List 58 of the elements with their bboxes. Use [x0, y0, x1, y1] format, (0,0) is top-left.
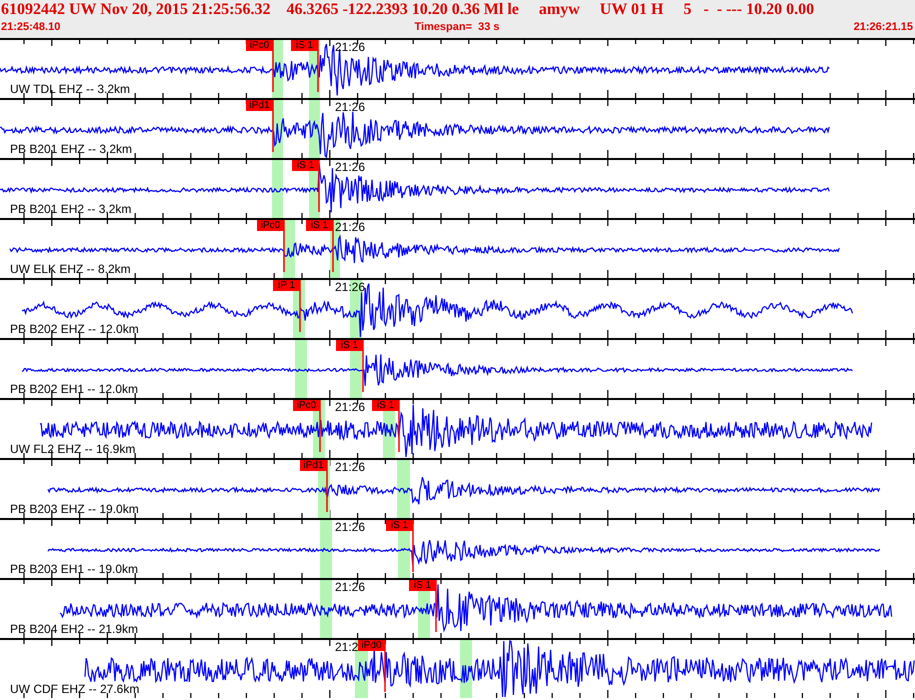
pick-line [299, 280, 301, 332]
station-label: PB B203 EHZ -- 19.0km [10, 503, 139, 516]
station-label: UW TDL EHZ -- 3.2km [10, 83, 130, 96]
station-label: PB B201 EHZ -- 3.2km [10, 143, 132, 156]
pick-line [332, 220, 334, 272]
phase-pick-flag[interactable]: iS 1 [306, 220, 333, 231]
time-mark: 21:26 [335, 101, 366, 114]
station-label: UW CDF EHZ -- 27.6km [10, 683, 140, 696]
arrival-window [320, 580, 332, 638]
start-time: 21:25:48.10 [1, 20, 60, 34]
station-label: UW FL2 EHZ -- 16.9km [10, 443, 136, 456]
phase-pick-flag[interactable]: iS 1 [409, 580, 436, 591]
time-mark: 21:26 [335, 281, 366, 294]
phase-pick-flag[interactable]: iPd0 [358, 640, 385, 651]
station-label: PB B204 EH2 -- 21.9km [10, 623, 138, 636]
station-label: PB B203 EH1 -- 19.0km [10, 563, 138, 576]
phase-pick-flag[interactable]: iS 1 [292, 160, 319, 171]
pick-line [398, 400, 400, 452]
station-label: PB B202 EH1 -- 12.0km [10, 383, 138, 396]
time-mark: 21:26 [335, 221, 366, 234]
pick-line [317, 40, 319, 92]
time-mark: 21:2 [335, 641, 358, 654]
pick-line [272, 100, 274, 152]
phase-pick-flag[interactable]: iP 1 [273, 280, 300, 291]
pick-line [272, 40, 274, 92]
event-summary: 61092442 UW Nov 20, 2015 21:25:56.32 46.3265 -122.2393 10.20 0.36 Ml le amyw UW 01 H 5 - - --- 10.20 0.00 [1, 0, 814, 20]
pick-line [318, 160, 320, 212]
station-label: UW ELK EHZ -- 8.2km [10, 263, 131, 276]
phase-pick-flag[interactable]: iS 1 [386, 520, 413, 531]
pick-line [326, 460, 328, 512]
time-mark: 21:26 [335, 401, 366, 414]
time-mark: 21:26 [335, 41, 366, 54]
arrival-window [397, 460, 410, 518]
phase-pick-flag[interactable]: iS 1 [372, 400, 399, 411]
timespan: Timespan= 33 s [414, 20, 500, 34]
phase-pick-flag[interactable]: iPc0 [293, 400, 320, 411]
pick-line [412, 520, 414, 572]
pick-line [435, 580, 437, 632]
pick-line [283, 220, 285, 272]
phase-pick-flag[interactable]: iPd1 [300, 460, 327, 471]
time-mark: 21:26 [335, 161, 366, 174]
end-time: 21:26:21.15 [854, 20, 913, 34]
station-label: PB B201 EH2 -- 3.2km [10, 203, 132, 216]
phase-pick-flag[interactable]: iS 1 [336, 340, 363, 351]
phase-pick-flag[interactable]: iS 1 [291, 40, 318, 51]
time-mark: 21:26 [335, 461, 366, 474]
time-mark: 21:26 [335, 581, 366, 594]
pick-line [319, 400, 321, 452]
phase-pick-flag[interactable]: iPd1 [246, 100, 273, 111]
pick-line [362, 340, 364, 392]
arrival-window [320, 520, 332, 578]
phase-pick-flag[interactable]: iPc0 [257, 220, 284, 231]
time-mark: 21:26 [335, 521, 366, 534]
pick-line [384, 640, 386, 692]
arrival-window [272, 160, 283, 218]
arrival-window [295, 340, 307, 398]
phase-pick-flag[interactable]: iPc0 [246, 40, 273, 51]
station-label: PB B202 EHZ -- 12.0km [10, 323, 139, 336]
